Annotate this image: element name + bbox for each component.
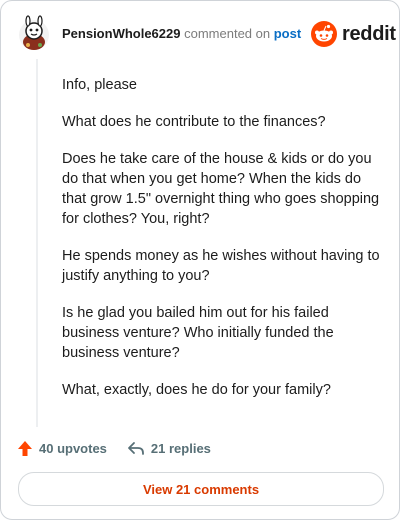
- comment-paragraph: What, exactly, does he do for your famil…: [62, 382, 331, 398]
- username[interactable]: PensionWhole6229: [62, 26, 180, 41]
- comment-paragraph: What does he contribute to the finances?: [62, 114, 326, 130]
- comment-paragraph: Does he take care of the house & kids or…: [62, 151, 380, 227]
- comment-paragraph: Is he glad you bailed him out for his fa…: [62, 305, 334, 361]
- comment-card: PensionWhole6229 commented on post reddi…: [0, 0, 400, 520]
- reddit-logo-icon: [311, 21, 337, 47]
- thread-line[interactable]: [36, 59, 38, 427]
- replies-button[interactable]: 21 replies: [127, 440, 211, 456]
- comment-paragraph: He spends money as he wishes without hav…: [62, 248, 380, 284]
- reply-arrow-icon: [128, 442, 144, 455]
- comment-paragraph: Info, please: [62, 77, 137, 93]
- comment-body: Info, please What does he contribute to …: [62, 75, 382, 417]
- comment-actions: 40 upvotes 21 replies: [17, 438, 211, 458]
- upvote-button[interactable]: 40 upvotes: [17, 440, 107, 457]
- avatar[interactable]: [16, 15, 52, 51]
- reddit-logo[interactable]: reddit: [311, 21, 396, 47]
- comment-header: PensionWhole6229 commented on post: [62, 25, 301, 43]
- post-link[interactable]: post: [274, 26, 301, 41]
- upvote-count: 40 upvotes: [39, 440, 107, 456]
- replies-count: 21 replies: [150, 440, 211, 456]
- view-comments-button[interactable]: View 21 comments: [18, 472, 384, 506]
- upvote-arrow-icon: [18, 440, 32, 456]
- reddit-logo-text: reddit: [342, 22, 396, 45]
- commented-on-text: commented on: [184, 26, 271, 41]
